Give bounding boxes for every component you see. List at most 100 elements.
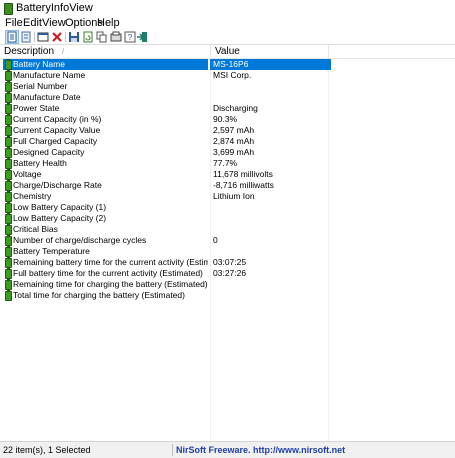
table-row[interactable]: Full battery time for the current activi… xyxy=(0,268,455,279)
row-description: Manufacture Date xyxy=(13,92,81,102)
row-value: Lithium Ion xyxy=(213,191,255,201)
battery-icon xyxy=(5,191,12,202)
row-description-cell: Low Battery Capacity (1) xyxy=(3,202,208,213)
table-row[interactable]: Critical Bias xyxy=(0,224,455,235)
row-value: 03:27:26 xyxy=(213,268,247,278)
row-description-cell: Charge/Discharge Rate xyxy=(3,180,208,191)
battery-icon xyxy=(5,103,12,114)
row-description: Critical Bias xyxy=(13,224,58,234)
row-value xyxy=(210,246,331,257)
row-description-cell: Battery Health xyxy=(3,158,208,169)
battery-icon xyxy=(5,246,12,257)
table-row[interactable]: Battery Health 77.7% xyxy=(0,158,455,169)
row-description: Full battery time for the current activi… xyxy=(13,268,203,278)
row-description-cell: Serial Number xyxy=(3,81,208,92)
row-description-cell: Critical Bias xyxy=(3,224,208,235)
status-item-count: 22 item(s), 1 Selected xyxy=(3,445,91,455)
row-value xyxy=(210,81,331,92)
row-description: Power State xyxy=(13,103,60,113)
row-value: 2,597 mAh xyxy=(213,125,255,135)
toolbar: ? xyxy=(0,30,455,45)
battery-icon xyxy=(5,224,12,235)
row-value xyxy=(210,290,331,301)
table-row[interactable]: Charge/Discharge Rate -8,716 milliwatts xyxy=(0,180,455,191)
battery-icon xyxy=(5,290,12,301)
table-row[interactable]: Manufacture Date xyxy=(0,92,455,103)
table-row[interactable]: Designed Capacity 3,699 mAh xyxy=(0,147,455,158)
toolbar-separator xyxy=(65,32,66,42)
row-description: Number of charge/discharge cycles xyxy=(13,235,147,245)
battery-icon xyxy=(5,202,12,213)
html-report-icon[interactable] xyxy=(20,31,32,43)
row-description: Full Charged Capacity xyxy=(13,136,98,146)
row-description: Remaining battery time for the current a… xyxy=(13,257,208,267)
row-value xyxy=(210,224,331,235)
row-description: Current Capacity (in %) xyxy=(13,114,102,124)
battery-icon xyxy=(5,279,12,290)
row-description: Voltage xyxy=(13,169,42,179)
row-description: Current Capacity Value xyxy=(13,125,101,135)
column-header-description[interactable]: Description / xyxy=(0,45,210,58)
row-description: Chemistry xyxy=(13,191,52,201)
table-row[interactable]: Battery Name MS-16P6 xyxy=(0,59,455,70)
row-value xyxy=(210,92,331,103)
row-description: Total time for charging the battery (Est… xyxy=(13,290,185,300)
table-row[interactable]: Remaining time for charging the battery … xyxy=(0,279,455,290)
row-description-cell: Remaining battery time for the current a… xyxy=(3,257,208,268)
battery-icon xyxy=(5,70,12,81)
row-value xyxy=(210,279,331,290)
table-row[interactable]: Power State Discharging xyxy=(0,103,455,114)
exit-icon[interactable] xyxy=(136,31,148,43)
battery-icon xyxy=(5,59,12,70)
menu-help[interactable]: Help xyxy=(95,17,122,29)
table-row[interactable]: Current Capacity Value 2,597 mAh xyxy=(0,125,455,136)
row-description-cell: Full battery time for the current activi… xyxy=(3,268,208,279)
table-row[interactable]: Manufacture Name MSI Corp. xyxy=(0,70,455,81)
row-value: 03:07:25 xyxy=(213,257,247,267)
row-description: Manufacture Name xyxy=(13,70,86,80)
table-row[interactable]: Number of charge/discharge cycles 0 xyxy=(0,235,455,246)
copy-icon[interactable] xyxy=(96,31,108,43)
advanced-options-icon[interactable] xyxy=(37,31,49,43)
row-description: Battery Temperature xyxy=(13,246,90,256)
table-row[interactable]: Current Capacity (in %) 90.3% xyxy=(0,114,455,125)
battery-icon xyxy=(5,81,12,92)
table-row[interactable]: Serial Number xyxy=(0,81,455,92)
table-row[interactable]: Chemistry Lithium Ion xyxy=(0,191,455,202)
properties-list-icon[interactable] xyxy=(5,30,19,44)
table-row[interactable]: Low Battery Capacity (2) xyxy=(0,213,455,224)
battery-icon xyxy=(5,257,12,268)
row-value: 2,874 mAh xyxy=(213,136,255,146)
battery-app-icon xyxy=(4,3,13,15)
table-header: Description / Value xyxy=(0,45,455,59)
refresh-icon[interactable] xyxy=(82,31,94,43)
row-value: -8,716 milliwatts xyxy=(213,180,274,190)
row-description-cell: Voltage xyxy=(3,169,208,180)
battery-info-table[interactable]: Description / Value Battery Name MS-16P6 Ma… xyxy=(0,45,455,441)
status-bar: 22 item(s), 1 Selected NirSoft Freeware.… xyxy=(0,441,455,458)
save-icon[interactable] xyxy=(68,31,80,43)
row-description-cell: Battery Name xyxy=(3,59,208,70)
table-row[interactable]: Full Charged Capacity 2,874 mAh xyxy=(0,136,455,147)
delete-icon[interactable] xyxy=(51,31,63,43)
battery-icon xyxy=(5,180,12,191)
sort-arrow-icon: / xyxy=(62,49,64,56)
battery-icon xyxy=(5,92,12,103)
table-row[interactable]: Battery Temperature xyxy=(0,246,455,257)
column-header-value[interactable]: Value xyxy=(211,45,328,58)
row-description: Remaining time for charging the battery … xyxy=(13,279,208,289)
row-value: 77.7% xyxy=(213,158,238,168)
header-divider[interactable] xyxy=(328,45,329,58)
table-row[interactable]: Voltage 11,678 millivolts xyxy=(0,169,455,180)
window-title: BatteryInfoView xyxy=(16,2,93,14)
battery-icon xyxy=(5,268,12,279)
table-row[interactable]: Total time for charging the battery (Est… xyxy=(0,290,455,301)
table-row[interactable]: Low Battery Capacity (1) xyxy=(0,202,455,213)
row-description: Low Battery Capacity (2) xyxy=(13,213,107,223)
row-description-cell: Full Charged Capacity xyxy=(3,136,208,147)
table-row[interactable]: Remaining battery time for the current a… xyxy=(0,257,455,268)
about-icon[interactable]: ? xyxy=(124,31,136,43)
properties-icon[interactable] xyxy=(110,31,122,43)
nirsoft-link[interactable]: NirSoft Freeware. http://www.nirsoft.net xyxy=(176,445,345,455)
row-description: Battery Health xyxy=(13,158,67,168)
